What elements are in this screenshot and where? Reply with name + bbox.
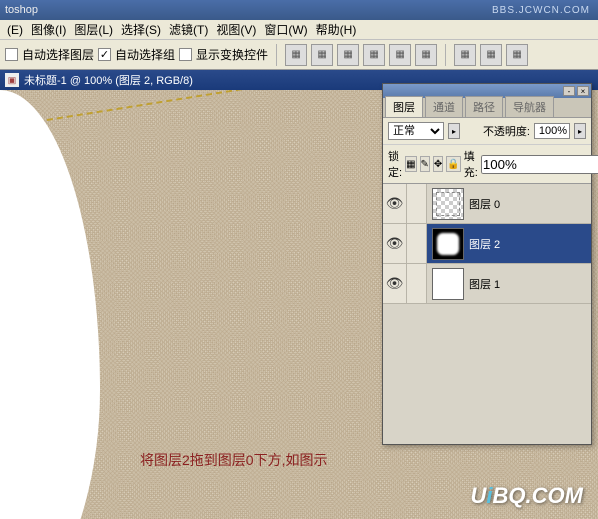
panel-minimize-icon[interactable]: - [563, 86, 575, 96]
visibility-toggle[interactable]: 👁 [383, 264, 407, 303]
tab-paths[interactable]: 路径 [465, 96, 503, 117]
menu-layer[interactable]: 图层(L) [70, 21, 117, 38]
tab-layers[interactable]: 图层 [385, 96, 423, 117]
align-hcenter-icon[interactable]: ▦ [389, 44, 411, 66]
bbs-watermark: BBS.JCWCN.COM [492, 5, 590, 16]
watermark-u: U [471, 483, 487, 508]
fill-input[interactable] [481, 155, 598, 174]
opacity-input[interactable] [534, 123, 570, 139]
menu-select[interactable]: 选择(S) [117, 21, 165, 38]
panel-tabs: 图层 通道 路径 导航器 [383, 98, 591, 118]
menu-image[interactable]: 图像(I) [27, 21, 70, 38]
layer-name: 图层 2 [469, 236, 500, 252]
distribute-icon-1[interactable]: ▦ [454, 44, 476, 66]
distribute-icon-3[interactable]: ▦ [506, 44, 528, 66]
layer-name: 图层 0 [469, 196, 500, 212]
menu-filter[interactable]: 滤镜(T) [165, 21, 212, 38]
align-left-icon[interactable]: ▦ [363, 44, 385, 66]
separator [445, 44, 446, 66]
visibility-toggle[interactable]: 👁 [383, 184, 407, 223]
blend-opacity-row: 正常 ▸ 不透明度: ▸ [383, 118, 591, 145]
lock-fill-row: 锁定: ▦ ✎ ✥ 🔒 填充: ▸ [383, 145, 591, 184]
layer-thumbnail[interactable] [432, 268, 464, 300]
distribute-icon-2[interactable]: ▦ [480, 44, 502, 66]
align-top-icon[interactable]: ▦ [285, 44, 307, 66]
menu-bar: (E) 图像(I) 图层(L) 选择(S) 滤镜(T) 视图(V) 窗口(W) … [0, 20, 598, 40]
visibility-toggle[interactable]: 👁 [383, 224, 407, 263]
site-watermark: UiBQ.CoM [471, 483, 583, 509]
link-toggle[interactable] [407, 224, 427, 263]
tab-channels[interactable]: 通道 [425, 96, 463, 117]
layer-item-1[interactable]: 👁 图层 1 [383, 264, 591, 304]
fill-label: 填充: [464, 148, 478, 180]
opacity-arrow-icon[interactable]: ▸ [574, 123, 586, 139]
layers-panel: - × 图层 通道 路径 导航器 正常 ▸ 不透明度: ▸ 锁定: ▦ ✎ ✥ … [382, 83, 592, 445]
show-transform-label: 显示变换控件 [196, 46, 268, 63]
menu-view[interactable]: 视图(V) [212, 21, 260, 38]
tab-navigator[interactable]: 导航器 [505, 96, 554, 117]
eye-icon: 👁 [386, 195, 404, 212]
document-title: 未标题-1 @ 100% (图层 2, RGB/8) [24, 72, 193, 88]
menu-help[interactable]: 帮助(H) [312, 21, 361, 38]
lock-pixels-icon[interactable]: ✎ [420, 156, 430, 172]
auto-select-group-checkbox[interactable] [98, 48, 111, 61]
blend-mode-select[interactable]: 正常 [388, 122, 444, 140]
lock-all-icon[interactable]: 🔒 [446, 156, 460, 172]
layers-list: 👁 图层 0 👁 图层 2 👁 图层 1 [383, 184, 591, 444]
layer-name: 图层 1 [469, 276, 500, 292]
layer-thumbnail[interactable] [432, 188, 464, 220]
eye-icon: 👁 [386, 275, 404, 292]
align-bottom-icon[interactable]: ▦ [337, 44, 359, 66]
auto-select-layer-label: 自动选择图层 [22, 46, 94, 63]
app-title-bar: toshop BBS.JCWCN.COM [0, 0, 598, 20]
menu-window[interactable]: 窗口(W) [260, 21, 311, 38]
document-icon: ▣ [5, 73, 19, 87]
blend-mode-arrow-icon[interactable]: ▸ [448, 123, 460, 139]
lock-position-icon[interactable]: ✥ [433, 156, 443, 172]
watermark-rest: BQ.CoM [493, 483, 583, 508]
show-transform-checkbox[interactable] [179, 48, 192, 61]
layer-thumbnail[interactable] [432, 228, 464, 260]
lock-transparency-icon[interactable]: ▦ [405, 156, 416, 172]
menu-edit[interactable]: (E) [3, 23, 27, 37]
app-name: toshop [5, 4, 38, 16]
eye-icon: 👁 [386, 235, 404, 252]
auto-select-group-label: 自动选择组 [115, 46, 175, 63]
layer-item-0[interactable]: 👁 图层 0 [383, 184, 591, 224]
panel-close-icon[interactable]: × [577, 86, 589, 96]
link-toggle[interactable] [407, 184, 427, 223]
options-bar: 自动选择图层 自动选择组 显示变换控件 ▦ ▦ ▦ ▦ ▦ ▦ ▦ ▦ ▦ [0, 40, 598, 70]
layer-item-2[interactable]: 👁 图层 2 [383, 224, 591, 264]
auto-select-layer-checkbox[interactable] [5, 48, 18, 61]
lock-label: 锁定: [388, 148, 402, 180]
align-right-icon[interactable]: ▦ [415, 44, 437, 66]
instruction-text: 将图层2拖到图层0下方,如图示 [140, 450, 327, 470]
separator [276, 44, 277, 66]
align-vcenter-icon[interactable]: ▦ [311, 44, 333, 66]
link-toggle[interactable] [407, 264, 427, 303]
opacity-label: 不透明度: [483, 123, 530, 139]
